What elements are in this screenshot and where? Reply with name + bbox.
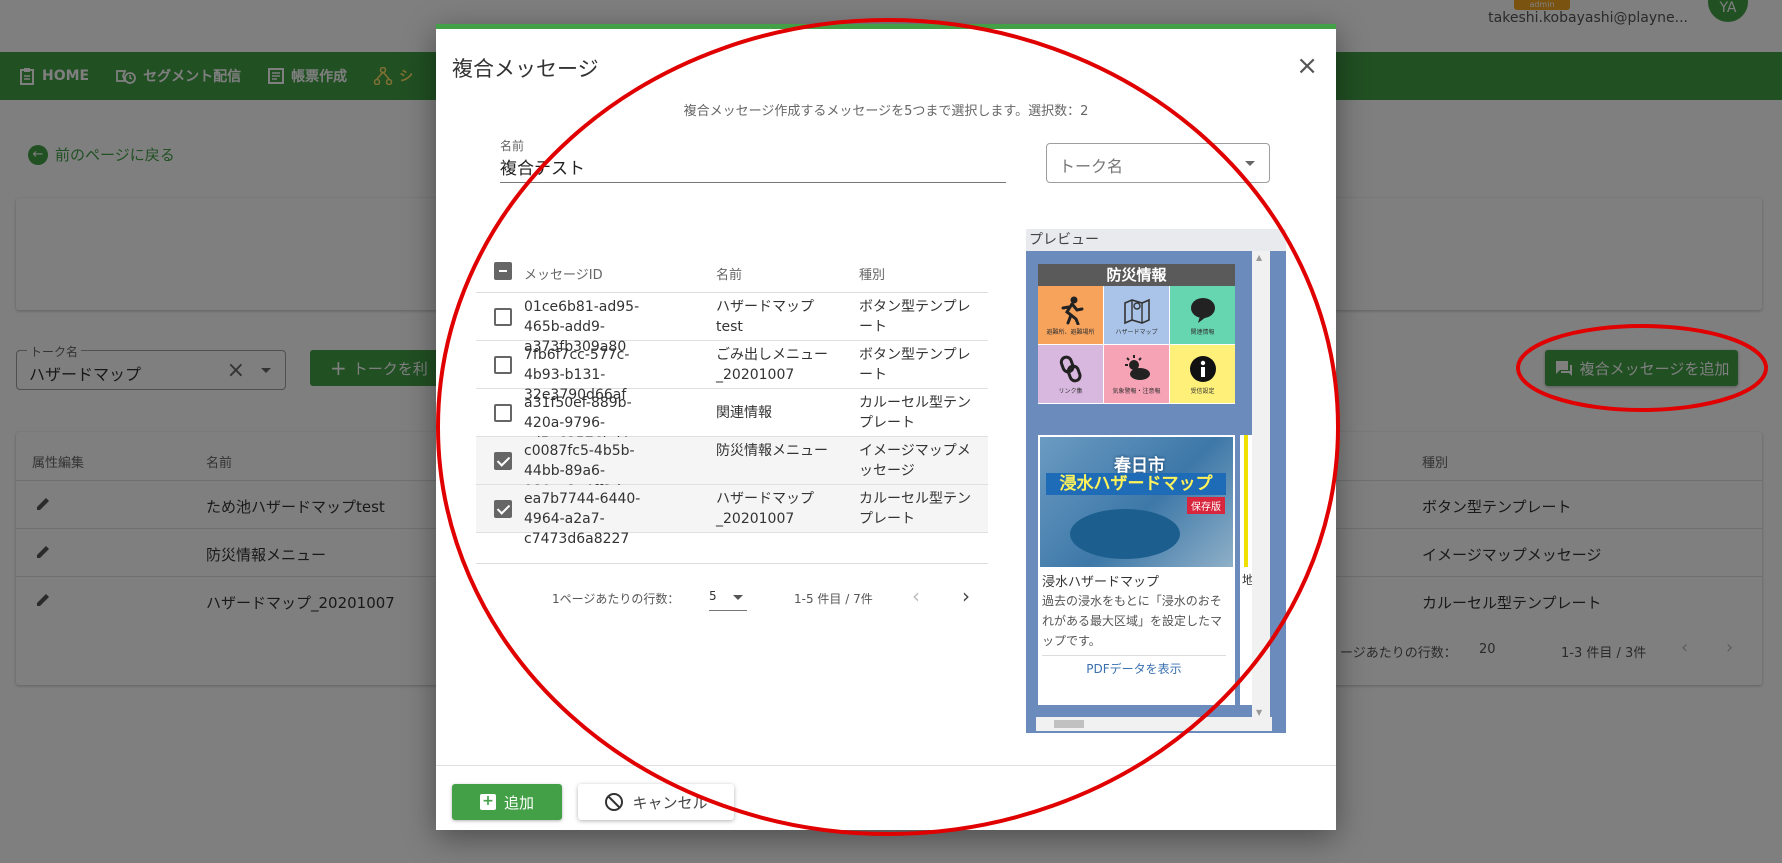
carousel-image: 春日市 浸水ハザードマップ 保存版 bbox=[1040, 437, 1233, 567]
row-checkbox[interactable] bbox=[494, 356, 512, 374]
add-button[interactable]: + 追加 bbox=[452, 784, 562, 820]
dialog-title: 複合メッセージ bbox=[452, 57, 599, 81]
tile-label: 避難所、避難場所 bbox=[1046, 328, 1095, 336]
lake-shape bbox=[1070, 509, 1180, 559]
chevron-down-icon[interactable] bbox=[1245, 161, 1255, 166]
talk-name-placeholder: トーク名 bbox=[1059, 157, 1124, 176]
next-card-image bbox=[1244, 435, 1248, 567]
row-id: ea7b7744-6440-4964-a2a7-c7473d6a8227 bbox=[524, 491, 641, 547]
row-name: ハザードマップ_20201007 bbox=[716, 491, 814, 527]
dialog-instruction: 複合メッセージ作成するメッセージを5つまで選択します。選択数：2 bbox=[683, 104, 1089, 119]
select-all-checkbox[interactable] bbox=[494, 262, 512, 280]
column-header-kind: 種別 bbox=[859, 268, 886, 283]
preview-title: プレビュー bbox=[1026, 229, 1286, 251]
table-row[interactable]: 01ce6b81-ad95-465b-add9-a373fb309a80 ハザー… bbox=[476, 293, 988, 355]
tile-weather-alerts[interactable]: 気象警報・注意報 bbox=[1104, 345, 1169, 403]
chevron-down-icon bbox=[733, 595, 743, 600]
tile-related-info[interactable]: 関連情報 bbox=[1170, 286, 1235, 344]
imagemap-preview: 防災情報 避難所、避難場所 ハザードマップ 関連情報 リンク集 気象警報・注意報… bbox=[1038, 264, 1235, 404]
row-name: ハザードマップtest bbox=[716, 299, 814, 335]
chevron-right-icon[interactable]: › bbox=[962, 584, 970, 608]
next-card-title: 地 bbox=[1242, 573, 1252, 587]
speech-bubble-icon bbox=[1190, 297, 1215, 323]
talk-name-select[interactable]: トーク名 bbox=[1046, 143, 1270, 183]
scrollbar-thumb[interactable] bbox=[1054, 720, 1084, 728]
carousel-title: 浸水ハザードマップ bbox=[1042, 575, 1160, 590]
map-icon bbox=[1123, 298, 1150, 324]
pagination-range: 1-5 件目 / 7件 bbox=[794, 592, 873, 606]
column-header-name: 名前 bbox=[716, 268, 743, 283]
table-header: メッセージID 名前 種別 bbox=[476, 249, 988, 293]
compound-message-dialog: 複合メッセージ × 複合メッセージ作成するメッセージを5つまで選択します。選択数… bbox=[436, 24, 1336, 830]
carousel-preview-card: 春日市 浸水ハザードマップ 保存版 浸水ハザードマップ 過去の浸水をもとに「浸水… bbox=[1038, 435, 1235, 705]
row-kind: カルーセル型テンプレート bbox=[859, 395, 971, 431]
row-name: 防災情報メニュー bbox=[716, 443, 828, 459]
row-checkbox[interactable] bbox=[494, 308, 512, 326]
tile-notification-settings[interactable]: 受信設定 bbox=[1170, 345, 1235, 403]
carousel-next-card: 地 bbox=[1240, 435, 1252, 705]
info-icon bbox=[1189, 355, 1216, 382]
table-row[interactable]: a31f50ef-889b-420a-9796-cd5e62576bd4 関連情… bbox=[476, 389, 988, 451]
row-kind: カルーセル型テンプレート bbox=[859, 491, 971, 527]
rows-per-page-select[interactable]: 5 bbox=[709, 589, 747, 611]
table-row[interactable]: ea7b7744-6440-4964-a2a7-c7473d6a8227 ハザー… bbox=[476, 485, 988, 547]
plus-icon: + bbox=[479, 794, 496, 810]
column-header-id: メッセージID bbox=[524, 268, 603, 283]
tile-links[interactable]: リンク集 bbox=[1038, 345, 1103, 403]
pagination: 1ページあたりの行数： 5 1-5 件目 / 7件 ‹ › bbox=[476, 563, 988, 611]
name-field[interactable]: 名前 複合テスト bbox=[500, 137, 1006, 183]
row-name: 関連情報 bbox=[716, 405, 772, 421]
carousel-image-badge: 保存版 bbox=[1187, 497, 1225, 514]
weather-icon bbox=[1124, 354, 1150, 380]
row-checkbox[interactable] bbox=[494, 404, 512, 422]
tile-label: 受信設定 bbox=[1190, 387, 1215, 395]
tile-label: 気象警報・注意報 bbox=[1112, 387, 1161, 395]
table-row[interactable]: c0087fc5-4b5b-44bb-89a6-980ac1e4ff2d 防災情… bbox=[476, 437, 988, 499]
tile-hazard-map[interactable]: ハザードマップ bbox=[1104, 286, 1169, 344]
row-name: ごみ出しメニュー_20201007 bbox=[716, 347, 828, 383]
row-kind: ボタン型テンプレート bbox=[859, 299, 971, 335]
name-field-label: 名前 bbox=[500, 139, 525, 153]
name-field-value[interactable]: 複合テスト bbox=[500, 154, 585, 179]
cancel-button[interactable]: キャンセル bbox=[578, 784, 734, 820]
tile-label: リンク集 bbox=[1058, 387, 1083, 395]
carousel-description: 過去の浸水をもとに「浸水のおそれがある最大区域」を設定したマップです。 bbox=[1042, 594, 1223, 648]
row-kind: ボタン型テンプレート bbox=[859, 347, 971, 383]
tile-label: ハザードマップ bbox=[1115, 328, 1158, 336]
link-icon bbox=[1059, 355, 1082, 382]
table-row[interactable]: 7fb6f7cc-577c-4b93-b131-32e3790d66af ごみ出… bbox=[476, 341, 988, 403]
chevron-left-icon[interactable]: ‹ bbox=[912, 584, 920, 608]
add-button-label: 追加 bbox=[503, 793, 534, 812]
preview-pane: プレビュー 防災情報 避難所、避難場所 ハザードマップ 関連情報 リンク集 気象… bbox=[1026, 229, 1286, 733]
vertical-scrollbar[interactable] bbox=[1252, 251, 1270, 719]
horizontal-scrollbar[interactable] bbox=[1036, 717, 1272, 731]
row-checkbox[interactable] bbox=[494, 500, 512, 518]
running-person-icon bbox=[1061, 296, 1083, 325]
close-icon[interactable]: × bbox=[1296, 51, 1318, 81]
rows-per-page-label: 1ページあたりの行数： bbox=[552, 592, 680, 606]
tile-label: 関連情報 bbox=[1190, 328, 1215, 336]
prohibited-icon bbox=[605, 793, 624, 811]
row-checkbox[interactable] bbox=[494, 452, 512, 470]
row-kind: イメージマップメッセージ bbox=[859, 443, 971, 479]
dialog-footer: + 追加 キャンセル bbox=[436, 765, 1336, 835]
rows-per-page-value: 5 bbox=[709, 589, 717, 603]
cancel-button-label: キャンセル bbox=[632, 793, 708, 812]
message-select-table: メッセージID 名前 種別 01ce6b81-ad95-465b-add9-a3… bbox=[476, 249, 988, 547]
carousel-action-link[interactable]: PDFデータを表示 bbox=[1042, 655, 1226, 677]
tile-evacuation[interactable]: 避難所、避難場所 bbox=[1038, 286, 1103, 344]
imagemap-heading: 防災情報 bbox=[1038, 264, 1235, 286]
carousel-image-title: 浸水ハザードマップ bbox=[1046, 473, 1226, 495]
